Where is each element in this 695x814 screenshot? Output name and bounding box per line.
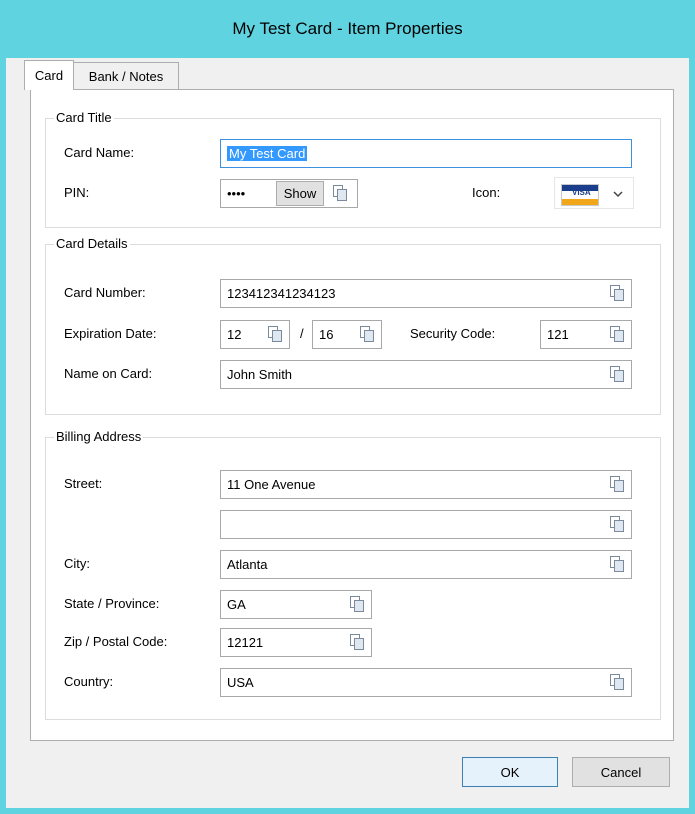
cancel-button[interactable]: Cancel: [572, 757, 670, 787]
copy-icon: [333, 185, 347, 201]
tab-card-label: Card: [34, 68, 64, 83]
card-number-label: Card Number:: [64, 285, 146, 300]
copy-pin-button[interactable]: [329, 182, 351, 204]
card-number-input[interactable]: 123412341234123: [220, 279, 632, 308]
ok-button[interactable]: OK: [462, 757, 558, 787]
window-title: My Test Card - Item Properties: [232, 19, 463, 38]
tab-bank-notes-label: Bank / Notes: [88, 69, 164, 84]
cancel-button-label: Cancel: [600, 764, 642, 780]
copy-icon: [268, 326, 282, 342]
state-province-label: State / Province:: [64, 596, 160, 611]
copy-icon: [610, 326, 624, 342]
state-province-value: GA: [227, 597, 246, 612]
street-label: Street:: [64, 476, 103, 491]
copy-icon: [610, 556, 624, 572]
security-code-value: 121: [547, 327, 569, 342]
tab-bank-notes[interactable]: Bank / Notes: [73, 62, 179, 90]
copy-street-line2-button[interactable]: [606, 513, 628, 535]
ok-button-label: OK: [500, 764, 520, 780]
copy-card-number-button[interactable]: [606, 282, 628, 304]
copy-name-on-card-button[interactable]: [606, 363, 628, 385]
zip-postal-code-value: 12121: [227, 635, 264, 650]
title-bar[interactable]: My Test Card - Item Properties: [6, 0, 689, 58]
pin-label: PIN:: [64, 185, 90, 200]
copy-icon: [610, 516, 624, 532]
exp-year-value: 16: [319, 327, 334, 342]
icon-select[interactable]: VISA: [554, 177, 634, 209]
credit-card-visa-icon: VISA: [561, 184, 599, 206]
country-value: USA: [227, 675, 254, 690]
chevron-down-icon: [613, 191, 623, 198]
street-line2-input[interactable]: [220, 510, 632, 539]
copy-icon: [610, 366, 624, 382]
card-details-group-label: Card Details: [54, 236, 130, 251]
card-name-input[interactable]: My Test Card: [220, 139, 632, 168]
name-on-card-value: John Smith: [227, 367, 293, 382]
dialog-window: My Test Card - Item Properties Card Bank…: [0, 0, 695, 814]
zip-postal-code-label: Zip / Postal Code:: [64, 634, 168, 649]
copy-icon: [610, 674, 624, 690]
card-title-group: Card Title Card Name: My Test Card PIN: …: [45, 110, 661, 228]
street-line1-input[interactable]: 11 One Avenue: [220, 470, 632, 499]
country-label: Country:: [64, 674, 114, 689]
card-name-value: My Test Card: [227, 146, 308, 161]
card-tab-panel: Card Title Card Name: My Test Card PIN: …: [30, 89, 674, 741]
billing-address-group-label: Billing Address: [54, 429, 144, 444]
country-input[interactable]: USA: [220, 668, 632, 697]
copy-zip-button[interactable]: [346, 631, 368, 653]
copy-city-button[interactable]: [606, 553, 628, 575]
card-number-value: 123412341234123: [227, 286, 336, 301]
visa-text: VISA: [572, 188, 591, 197]
street-line1-value: 11 One Avenue: [227, 477, 316, 492]
copy-icon: [610, 476, 624, 492]
card-name-label: Card Name:: [64, 145, 135, 160]
expiration-date-label: Expiration Date:: [64, 326, 157, 341]
copy-security-code-button[interactable]: [606, 323, 628, 345]
security-code-label: Security Code:: [410, 326, 496, 341]
pin-value: ••••: [227, 186, 246, 201]
tab-card[interactable]: Card: [24, 60, 74, 90]
copy-icon: [350, 634, 364, 650]
exp-month-value: 12: [227, 327, 242, 342]
copy-exp-year-button[interactable]: [356, 323, 378, 345]
copy-exp-month-button[interactable]: [264, 323, 286, 345]
card-title-group-label: Card Title: [54, 110, 114, 125]
city-value: Atlanta: [227, 557, 268, 572]
name-on-card-input[interactable]: John Smith: [220, 360, 632, 389]
copy-street-line1-button[interactable]: [606, 473, 628, 495]
city-input[interactable]: Atlanta: [220, 550, 632, 579]
name-on-card-label: Name on Card:: [64, 366, 153, 381]
show-pin-button[interactable]: Show: [276, 181, 324, 206]
copy-icon: [610, 285, 624, 301]
city-label: City:: [64, 556, 90, 571]
show-pin-label: Show: [283, 186, 317, 201]
billing-address-group: Billing Address Street: 11 One Avenue Ci…: [45, 429, 661, 720]
copy-icon: [360, 326, 374, 342]
card-details-group: Card Details Card Number: 12341234123412…: [45, 236, 661, 415]
exp-separator: /: [300, 326, 304, 341]
copy-state-button[interactable]: [346, 593, 368, 615]
icon-label: Icon:: [472, 185, 501, 200]
copy-icon: [350, 596, 364, 612]
copy-country-button[interactable]: [606, 671, 628, 693]
card-stripe-gold: [562, 199, 598, 205]
